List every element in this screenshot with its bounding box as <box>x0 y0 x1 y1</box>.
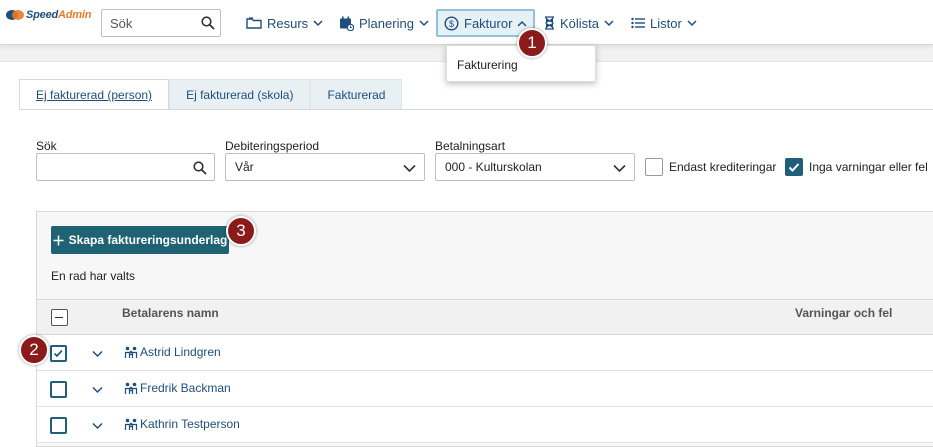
nav-listor[interactable]: Listor <box>625 9 703 37</box>
dollar-circle-icon: $ <box>444 15 459 31</box>
no-warnings-checkbox[interactable] <box>785 158 803 176</box>
table-row[interactable]: Astrid Lindgren <box>37 335 933 371</box>
invoice-tabs: Ej fakturerad (person) Ej fakturerad (sk… <box>19 79 403 110</box>
row-checkbox[interactable] <box>50 417 67 434</box>
period-select[interactable]: Vår <box>225 153 425 181</box>
select-all-checkbox[interactable] <box>51 309 68 326</box>
logo-icon <box>6 9 24 21</box>
column-header-payer-name[interactable]: Betalarens namn <box>122 306 219 320</box>
payment-select[interactable]: 000 - Kulturskolan <box>435 153 635 181</box>
svg-text:$: $ <box>449 19 454 29</box>
search-icon[interactable] <box>201 16 215 33</box>
period-label: Debiteringsperiod <box>225 139 320 153</box>
list-icon <box>631 17 645 29</box>
chevron-up-icon <box>517 20 527 27</box>
calendar-icon <box>340 16 354 31</box>
chevron-down-icon <box>313 19 323 26</box>
check-icon <box>53 349 63 358</box>
create-invoice-basis-button[interactable]: Skapa faktureringsunderlag <box>51 226 229 254</box>
chevron-down-icon <box>403 162 416 176</box>
step-badge-1: 1 <box>517 28 547 58</box>
column-header-warnings[interactable]: Varningar och fel <box>795 306 892 320</box>
family-icon <box>124 418 138 434</box>
row-checkbox[interactable] <box>50 345 67 362</box>
expand-chevron-icon[interactable] <box>92 419 103 433</box>
speedadmin-logo[interactable]: SpeedAdmin <box>6 9 91 21</box>
filter-search-input[interactable] <box>36 153 215 181</box>
nav-kolista[interactable]: Kölista <box>538 9 620 37</box>
chevron-down-icon <box>613 162 626 176</box>
selection-count-text: En rad har valts <box>51 269 136 283</box>
expand-chevron-icon[interactable] <box>92 383 103 397</box>
tabs-divider <box>19 109 933 110</box>
credit-only-label: Endast krediteringar <box>669 160 777 174</box>
check-icon <box>788 163 800 172</box>
expand-chevron-icon[interactable] <box>92 347 103 361</box>
plus-icon <box>53 235 64 245</box>
payer-name-link[interactable]: Fredrik Backman <box>140 381 231 395</box>
chevron-down-icon <box>419 19 429 26</box>
nav-resurs[interactable]: Resurs <box>240 9 329 37</box>
family-icon <box>124 346 138 362</box>
payment-label: Betalningsart <box>435 139 506 153</box>
row-checkbox[interactable] <box>50 381 67 398</box>
payer-name-link[interactable]: Astrid Lindgren <box>140 345 221 359</box>
no-warnings-label: Inga varningar eller fel <box>809 160 928 174</box>
tab-ej-fakturerad-person[interactable]: Ej fakturerad (person) <box>19 79 170 110</box>
nav-planering[interactable]: Planering <box>333 9 435 37</box>
credit-only-checkbox[interactable] <box>645 158 663 176</box>
global-search-input[interactable]: Sök <box>101 9 221 37</box>
step-badge-3: 3 <box>226 216 256 246</box>
table-row[interactable]: Fredrik Backman <box>37 371 933 407</box>
family-icon <box>124 382 138 398</box>
table-row[interactable]: Kathrin Testperson <box>37 407 933 443</box>
payer-name-link[interactable]: Kathrin Testperson <box>140 417 240 431</box>
step-badge-2: 2 <box>19 335 49 365</box>
chevron-down-icon <box>604 19 614 26</box>
tab-ej-fakturerad-skola[interactable]: Ej fakturerad (skola) <box>169 79 311 110</box>
chevron-down-icon <box>687 19 697 26</box>
search-placeholder: Sök <box>110 16 133 31</box>
folder-icon <box>246 17 262 29</box>
search-icon[interactable] <box>193 161 207 178</box>
menu-item-fakturering[interactable]: Fakturering <box>457 58 518 72</box>
top-navigation-bar: SpeedAdmin Sök Resurs Planering $ Faktur… <box>0 0 933 45</box>
tab-fakturerad[interactable]: Fakturerad <box>310 79 403 110</box>
search-label: Sök <box>36 139 57 153</box>
hourglass-icon <box>545 16 554 30</box>
